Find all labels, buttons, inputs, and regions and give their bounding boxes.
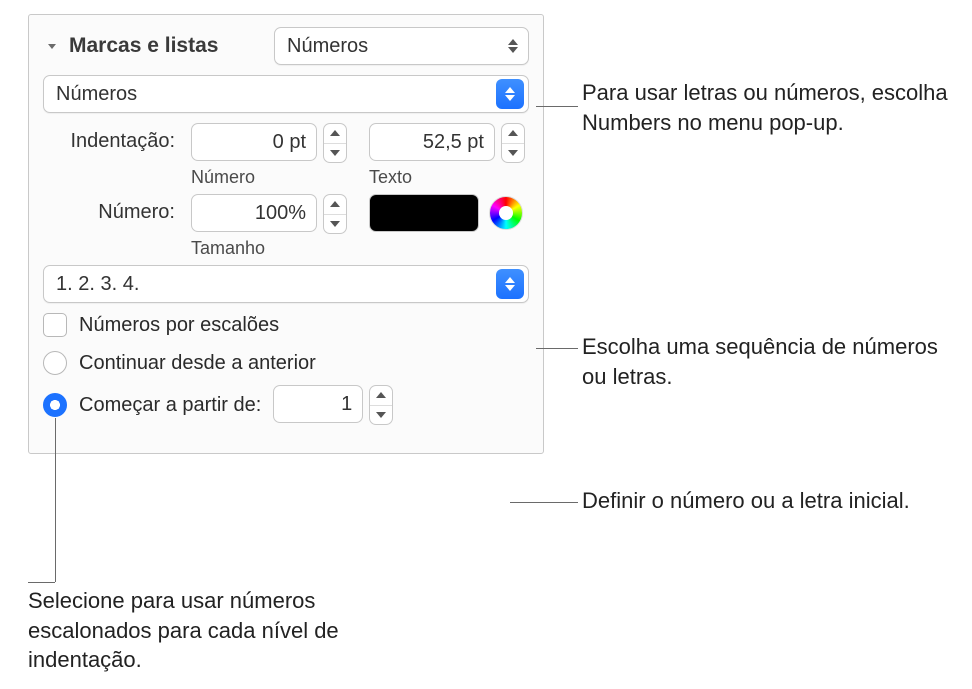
- start-from-radio-label: Começar a partir de:: [79, 394, 261, 417]
- number-size-stepper[interactable]: [323, 194, 347, 234]
- list-type-value: Números: [287, 35, 368, 58]
- continue-radio[interactable]: [43, 351, 67, 375]
- chevron-up-down-icon: [496, 269, 524, 299]
- number-size-sublabel: Tamanho: [191, 238, 265, 259]
- callout-text: Definir o número ou a letra inicial.: [582, 486, 952, 516]
- chevron-up-down-icon: [496, 79, 524, 109]
- number-format-value: Números: [56, 83, 137, 106]
- disclosure-triangle-icon[interactable]: [43, 37, 61, 55]
- chevron-up-down-icon: [508, 39, 518, 53]
- start-from-radio[interactable]: [43, 393, 67, 417]
- indent-number-stepper[interactable]: [323, 123, 347, 163]
- callout-text: Para usar letras ou números, escolha Num…: [582, 78, 952, 137]
- tiered-numbers-label: Números por escalões: [79, 314, 279, 337]
- number-style-label: Número:: [43, 194, 175, 224]
- start-from-input[interactable]: [273, 385, 363, 423]
- number-size-input[interactable]: [191, 194, 317, 232]
- sequence-popup[interactable]: 1. 2. 3. 4.: [43, 265, 529, 303]
- callout-text: Escolha uma sequência de números ou letr…: [582, 332, 952, 391]
- indent-number-input[interactable]: [191, 123, 317, 161]
- indent-number-sublabel: Número: [191, 167, 255, 188]
- bullets-lists-panel: Marcas e listas Números Números Indentaç…: [28, 14, 544, 454]
- start-from-stepper[interactable]: [369, 385, 393, 425]
- indentation-label: Indentação:: [43, 123, 175, 153]
- section-header[interactable]: Marcas e listas: [43, 34, 274, 58]
- section-title: Marcas e listas: [69, 34, 218, 58]
- list-type-popup[interactable]: Números: [274, 27, 529, 65]
- tiered-numbers-checkbox[interactable]: [43, 313, 67, 337]
- sequence-value: 1. 2. 3. 4.: [56, 273, 139, 296]
- indent-text-stepper[interactable]: [501, 123, 525, 163]
- number-format-popup[interactable]: Números: [43, 75, 529, 113]
- callout-text: Selecione para usar números escalonados …: [28, 586, 388, 675]
- number-color-well[interactable]: [369, 194, 479, 232]
- indent-text-input[interactable]: [369, 123, 495, 161]
- continue-radio-label: Continuar desde a anterior: [79, 352, 316, 375]
- color-wheel-icon[interactable]: [489, 196, 523, 230]
- indent-text-sublabel: Texto: [369, 167, 412, 188]
